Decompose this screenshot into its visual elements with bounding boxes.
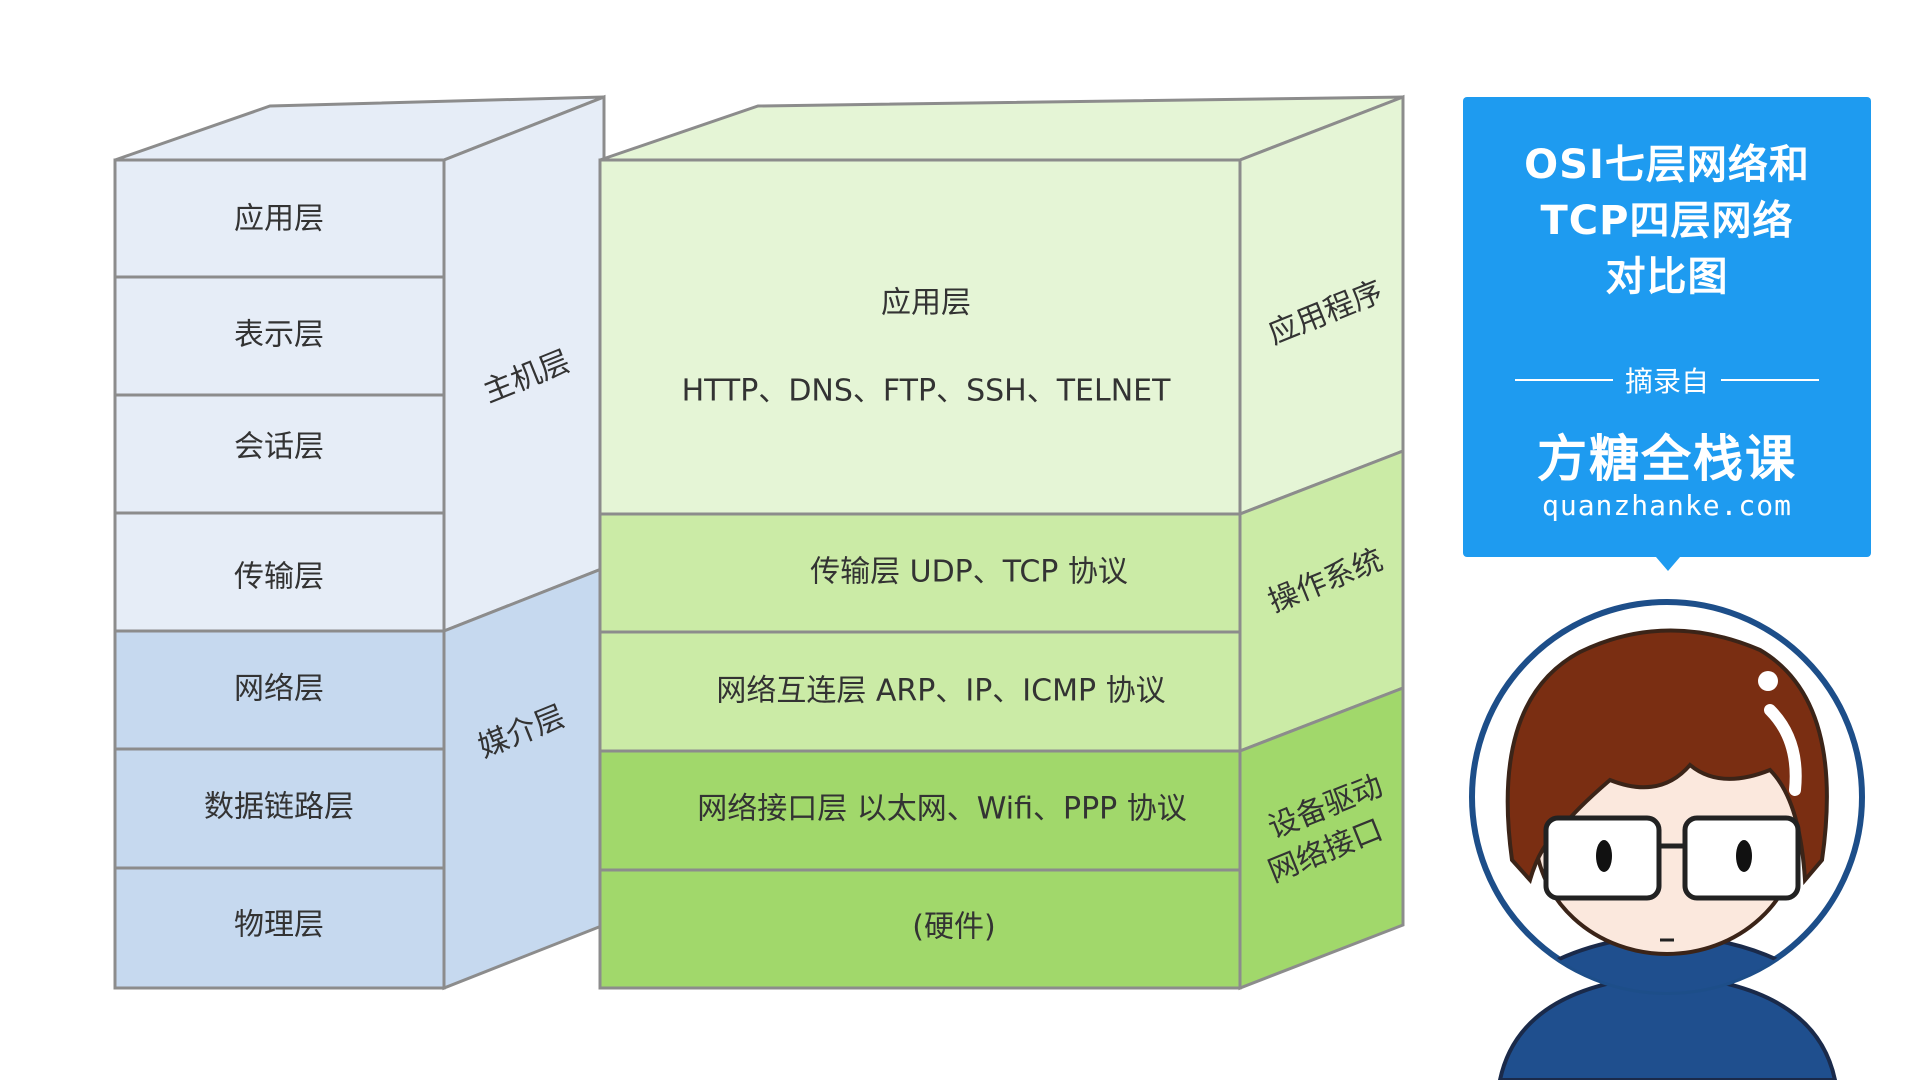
excerpt-row: 摘录自	[1515, 362, 1820, 398]
excerpt-label: 摘录自	[1625, 365, 1710, 398]
tcp-label-link: 网络接口层 以太网、Wifi、PPP 协议	[697, 792, 1187, 827]
callout-tail	[1656, 557, 1680, 571]
title-block: OSI七层网络和 TCP四层网络 对比图	[1463, 137, 1871, 305]
tcp-label-application: 应用层	[881, 286, 971, 321]
title-line-3: 对比图	[1605, 254, 1729, 300]
osi-label-physical: 物理层	[234, 908, 324, 943]
brand-domain: quanzhanke.com	[1541, 489, 1792, 522]
osi-label-presentation: 表示层	[234, 318, 324, 353]
title-line-2: TCP四层网络	[1540, 198, 1794, 244]
osi-label-application: 应用层	[234, 202, 324, 237]
title-callout: OSI七层网络和 TCP四层网络 对比图 摘录自 方糖全栈课 quanzhank…	[1463, 97, 1871, 571]
tcp-label-hardware: (硬件)	[912, 910, 995, 945]
title-line-1: OSI七层网络和	[1524, 142, 1810, 188]
excerpt-rule-right	[1721, 379, 1820, 381]
osi-side-media	[442, 565, 606, 991]
cartoon-avatar-icon	[1469, 599, 1865, 1080]
tcp-label-application-protocols: HTTP、DNS、FTP、SSH、TELNET	[682, 374, 1172, 409]
osi-label-session: 会话层	[234, 430, 324, 465]
tcp-row-application	[598, 158, 1242, 516]
tcp-label-transport: 传输层 UDP、TCP 协议	[810, 555, 1128, 590]
osi-label-network: 网络层	[234, 672, 324, 707]
osi-stack	[113, 94, 606, 991]
tcp-label-internet: 网络互连层 ARP、IP、ICMP 协议	[716, 674, 1165, 709]
osi-label-datalink: 数据链路层	[204, 790, 354, 825]
brand-name: 方糖全栈课	[1537, 430, 1797, 488]
excerpt-rule-left	[1515, 379, 1613, 381]
osi-label-transport: 传输层	[234, 560, 324, 595]
